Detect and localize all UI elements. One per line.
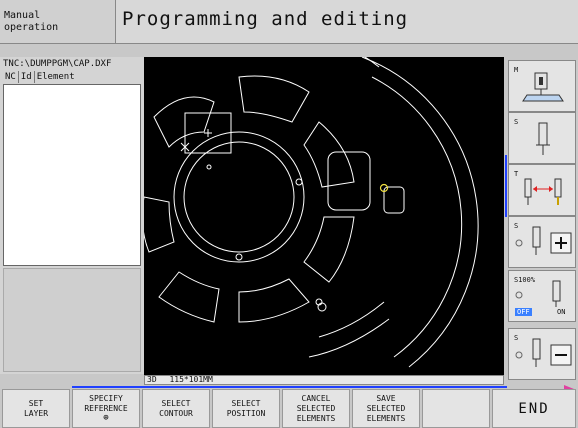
active-indicator: [505, 155, 507, 217]
softkey-s-minus-label: S: [514, 334, 519, 342]
softkey-line: SPECIFY: [89, 394, 123, 403]
mode-line-1: Manual: [4, 10, 41, 21]
select-contour-button[interactable]: SELECT CONTOUR: [142, 389, 210, 428]
file-path: TNC:\DUMPPGM\CAP.DXF: [3, 59, 112, 69]
softkey-line: LAYER: [23, 408, 49, 418]
view-mode: 3D: [147, 375, 157, 384]
softkey-tool-change[interactable]: T: [508, 164, 576, 216]
softkey-line: POSITION: [226, 408, 266, 418]
dxf-viewer-canvas[interactable]: [141, 28, 504, 375]
status-bar: 3D 115*101MM: [144, 375, 504, 385]
softkey-override-label: S100%: [514, 276, 536, 284]
softkey-line: ELEMENTS: [366, 413, 406, 423]
softkey-line: SELECTED: [366, 403, 406, 413]
softkey-line: SELECT: [231, 398, 261, 408]
pink-arrow-icon: [564, 378, 574, 393]
column-nc[interactable]: NC: [3, 71, 19, 83]
crosshair-icon: ⊕: [103, 413, 109, 423]
override-off-badge: OFF: [515, 308, 532, 316]
softkey-spindle-plus[interactable]: S: [508, 216, 576, 268]
tool-change-icon: [524, 178, 562, 205]
softkey-spindle[interactable]: S: [508, 112, 576, 164]
softkey-line: CANCEL: [301, 393, 331, 403]
mode-line-2: operation: [4, 22, 59, 33]
save-selected-elements-button[interactable]: SAVE SELECTED ELEMENTS: [352, 389, 420, 428]
operating-mode-indicator: Manual operation: [0, 0, 116, 44]
softkey-s-label: S: [514, 118, 519, 126]
part-dimensions: 115*101MM: [169, 375, 213, 384]
element-list-header: NC Id Element: [3, 71, 143, 83]
set-layer-button[interactable]: SET LAYER: [2, 389, 70, 428]
override-on-label: ON: [557, 308, 566, 316]
element-list[interactable]: [3, 84, 141, 266]
softkey-s-plus-label: S: [514, 222, 519, 230]
softkey-line: ELEMENTS: [296, 413, 336, 423]
page-title: Programming and editing: [116, 0, 578, 44]
softkey-m-label: M: [514, 66, 519, 74]
column-id[interactable]: Id: [19, 71, 35, 83]
machine-table-icon: [522, 72, 564, 102]
cancel-selected-elements-button[interactable]: CANCEL SELECTED ELEMENTS: [282, 389, 350, 428]
spindle-plus-icon: [515, 226, 572, 255]
softkey-spindle-minus[interactable]: S: [508, 328, 576, 380]
empty-softkey[interactable]: [422, 389, 490, 428]
softkey-line: END: [518, 400, 550, 417]
column-element[interactable]: Element: [35, 71, 77, 83]
softkey-line: SELECTED: [296, 403, 336, 413]
softkey-t-label: T: [514, 170, 519, 178]
element-details-area: [3, 268, 141, 372]
softkey-line: SELECT: [161, 398, 191, 408]
spindle-icon: [536, 122, 550, 155]
softkey-level-indicator: [72, 386, 507, 388]
softkey-m-function[interactable]: M: [508, 60, 576, 112]
softkey-line: SAVE: [376, 393, 396, 403]
softkey-line: SET: [28, 398, 44, 408]
softkey-line: CONTOUR: [159, 408, 193, 418]
softkey-spindle-override[interactable]: S100% OFF ON: [508, 270, 576, 322]
dxf-drawing: [141, 28, 479, 368]
select-position-button[interactable]: SELECT POSITION: [212, 389, 280, 428]
end-button[interactable]: END: [492, 389, 576, 428]
spindle-minus-icon: [515, 338, 572, 367]
specify-reference-button[interactable]: SPECIFY REFERENCE ⊕: [72, 389, 140, 428]
